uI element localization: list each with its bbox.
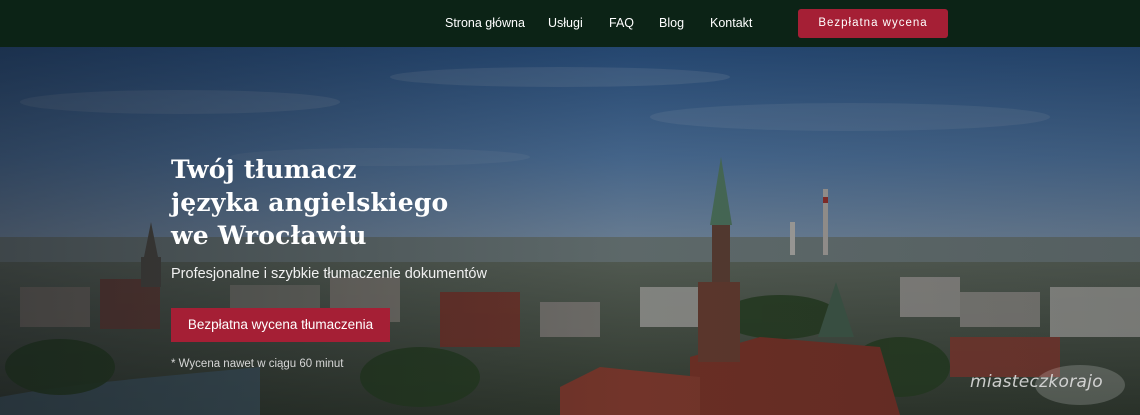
hero-note: * Wycena nawet w ciągu 60 minut <box>171 358 344 370</box>
nav-link-home[interactable]: Strona główna <box>445 16 525 30</box>
hero-title-line-3: we Wrocławiu <box>171 221 367 250</box>
hero-title: Twój tłumacz języka angielskiego we Wroc… <box>171 153 471 252</box>
nav-links: Strona główna Usługi FAQ Blog Kontakt <box>0 0 1140 47</box>
nav-link-services[interactable]: Usługi <box>548 16 583 30</box>
free-translation-quote-button[interactable]: Bezpłatna wycena tłumaczenia <box>171 308 390 342</box>
nav-link-faq[interactable]: FAQ <box>609 16 634 30</box>
watermark-text: miasteczkorajo <box>970 372 1103 392</box>
nav-link-blog[interactable]: Blog <box>659 16 684 30</box>
hero-title-line-2: języka angielskiego <box>171 188 449 217</box>
hero-section: Twój tłumacz języka angielskiego we Wroc… <box>0 47 1140 415</box>
free-quote-button[interactable]: Bezpłatna wycena <box>798 9 948 38</box>
top-navbar: Strona główna Usługi FAQ Blog Kontakt Be… <box>0 0 1140 47</box>
hero-title-line-1: Twój tłumacz <box>171 155 357 184</box>
nav-link-contact[interactable]: Kontakt <box>710 16 752 30</box>
hero-subtitle: Profesjonalne i szybkie tłumaczenie doku… <box>171 266 487 282</box>
